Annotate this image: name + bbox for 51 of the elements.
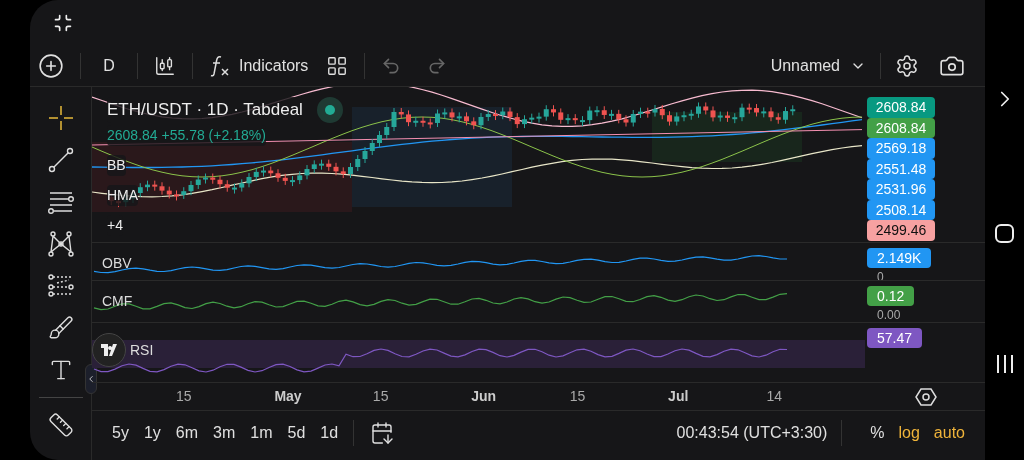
collapse-icon[interactable] [53,12,73,33]
pane-label: CMF [102,292,133,311]
pattern-icon[interactable] [45,229,76,259]
time-axis-label: May [274,387,303,406]
range-button[interactable]: 1m [250,420,273,445]
range-button[interactable]: 6m [175,420,199,445]
price-tag: 2551.48 [867,158,935,179]
value-tag: 2.149K [867,248,932,268]
price-tag: 2608.84 [867,97,935,118]
value-tag: 0.12 [867,286,915,306]
range-button[interactable]: 3m [213,420,236,445]
scale-option-button[interactable]: % [870,420,885,445]
layout-grid-icon[interactable] [326,54,349,77]
scale-settings-icon[interactable] [915,385,937,408]
collapse-toolbar-handle[interactable] [85,364,97,394]
redo-icon[interactable] [427,55,448,76]
settings-icon[interactable] [895,53,919,78]
time-axis-label: Jul [668,387,690,406]
range-button[interactable]: 5d [287,420,306,445]
home-icon[interactable] [995,223,1014,243]
time-axis-label: 15 [176,387,193,406]
pane-label: RSI [130,340,154,360]
add-icon[interactable] [38,52,64,79]
time-axis-label: Jun [471,387,498,406]
time-axis-label: 14 [766,387,784,406]
range-button[interactable]: 5y [112,420,129,445]
axis-label: 0.00 [876,308,902,322]
candlestick-icon[interactable] [154,54,176,77]
indicators-button[interactable]: Indicators [209,53,309,78]
scale-option-button[interactable]: auto [933,420,965,445]
price-tag: 2531.96 [867,179,935,200]
recent-apps-icon[interactable] [994,354,1015,374]
price-tag: 2499.46 [867,220,935,241]
clock-text: 00:43:54 (UTC+3:30) [676,422,828,443]
indicator-label: BB [107,155,126,176]
value-tag: 57.47 [867,328,923,348]
symbol-title: ETH/USDT · 1D · Tabdeal [107,97,303,123]
pane-label: OBV [102,254,132,273]
calendar-icon[interactable] [370,420,395,445]
indicator-label: HMA [107,185,139,206]
price-tag: 2608.84 [867,117,935,138]
price-tag: 2508.14 [867,199,935,220]
function-icon [209,53,231,78]
range-button[interactable]: 1y [143,420,161,445]
interval-button[interactable]: D [97,53,121,78]
time-axis-label: 15 [372,387,390,406]
price-tag: 2569.18 [867,138,935,159]
range-button[interactable]: 1d [320,420,339,445]
scale-option-button[interactable]: log [898,420,920,445]
layout-name-dropdown[interactable]: Unnamed [770,53,866,78]
time-axis-label: 15 [569,387,587,406]
